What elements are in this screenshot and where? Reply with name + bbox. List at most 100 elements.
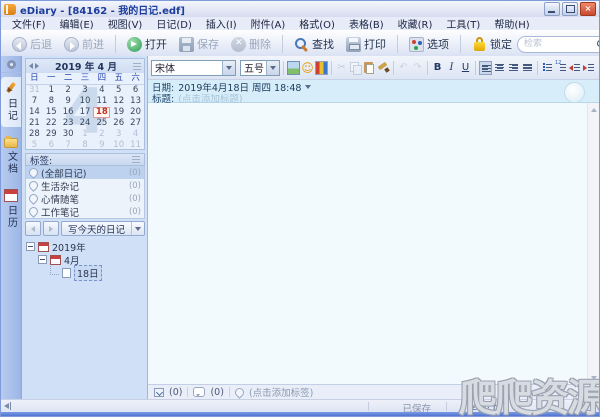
calendar-day[interactable]: 19 (110, 107, 127, 118)
tree-year-label[interactable]: 2019年 (52, 240, 86, 254)
calendar-day[interactable]: 16 (60, 107, 77, 118)
weather-icon[interactable] (564, 82, 585, 103)
calendar-day[interactable]: 11 (93, 96, 110, 107)
scroll-up-icon[interactable] (588, 104, 599, 115)
calendar-day[interactable]: 11 (127, 140, 144, 150)
insert-media-icon[interactable] (315, 61, 328, 75)
font-size-select[interactable]: 五号 (240, 60, 280, 76)
menu-item[interactable]: 工具(T) (439, 16, 487, 31)
calendar-day[interactable]: 5 (26, 140, 43, 150)
editor-body[interactable] (148, 103, 599, 384)
menu-item[interactable]: 帮助(H) (487, 16, 536, 31)
align-right-icon[interactable] (507, 61, 520, 75)
entry-tag-icon[interactable] (233, 386, 246, 399)
calendar-day[interactable]: 1 (43, 85, 60, 96)
calendar-day[interactable]: 18 (93, 107, 110, 118)
prev-diary-button[interactable] (25, 221, 41, 236)
comment-icon[interactable] (193, 387, 205, 397)
paste-icon[interactable] (363, 61, 376, 75)
calendar-day[interactable]: 13 (127, 96, 144, 107)
calendar-day[interactable]: 12 (110, 96, 127, 107)
comment-count[interactable]: (0) (210, 387, 223, 398)
calendar-day[interactable]: 31 (26, 85, 43, 96)
calendar-day[interactable]: 4 (93, 85, 110, 96)
font-size-dropdown-icon[interactable] (266, 61, 279, 75)
attachment-count[interactable]: (0) (169, 387, 182, 398)
attachment-icon[interactable] (154, 388, 164, 397)
side-tab-calendar[interactable]: 日历 (1, 184, 21, 234)
calendar-day[interactable]: 8 (77, 140, 94, 150)
insert-image-icon[interactable] (287, 61, 300, 75)
save-button[interactable]: 保存 (174, 34, 224, 54)
calendar-day[interactable]: 5 (110, 85, 127, 96)
tags-menu-icon[interactable] (132, 156, 140, 163)
side-tab-docs[interactable]: 文档 (1, 131, 21, 180)
calendar-day[interactable]: 22 (43, 118, 60, 129)
options-button[interactable]: 选项 (404, 34, 454, 54)
search-input[interactable] (522, 38, 594, 50)
menu-item[interactable]: 表格(B) (342, 16, 391, 31)
numbered-list-icon[interactable] (555, 61, 568, 75)
bold-icon[interactable] (431, 61, 444, 75)
settings-button[interactable] (1, 56, 21, 73)
align-justify-icon[interactable] (521, 61, 534, 75)
calendar-day[interactable]: 10 (110, 140, 127, 150)
calendar-day[interactable]: 21 (26, 118, 43, 129)
calendar-day[interactable]: 7 (26, 96, 43, 107)
tree-day-row[interactable]: 18日 (26, 266, 145, 279)
calendar-day[interactable]: 2 (60, 85, 77, 96)
calendar-day[interactable]: 14 (26, 107, 43, 118)
back-button[interactable]: 后退 (7, 34, 57, 54)
editor-scrollbar[interactable] (587, 103, 599, 384)
calendar-day[interactable]: 3 (77, 85, 94, 96)
collapse-icon[interactable] (38, 255, 47, 264)
find-button[interactable]: 查找 (289, 34, 339, 54)
calendar-day[interactable]: 25 (93, 118, 110, 129)
collapse-icon[interactable] (26, 242, 35, 251)
maximize-button[interactable] (562, 2, 578, 16)
tree-day-label[interactable]: 18日 (74, 265, 102, 281)
calendar-day[interactable]: 8 (43, 96, 60, 107)
bullet-list-icon[interactable] (541, 61, 554, 75)
tag-list-item[interactable]: 生活杂记(0) (26, 179, 144, 192)
collapse-sidebar-icon[interactable] (4, 403, 9, 409)
calendar-day[interactable]: 6 (127, 85, 144, 96)
menu-item[interactable]: 日记(D) (149, 16, 199, 31)
menu-item[interactable]: 附件(A) (244, 16, 293, 31)
side-tab-diary[interactable]: 日记 (1, 77, 21, 127)
calendar-day[interactable]: 15 (43, 107, 60, 118)
scroll-down-icon[interactable] (588, 372, 599, 383)
delete-button[interactable]: 删除 (226, 34, 276, 54)
date-dropdown-icon[interactable] (305, 85, 311, 89)
tree-year-row[interactable]: 2019年 (26, 240, 145, 253)
lock-button[interactable]: 锁定 (467, 34, 517, 54)
calendar-day[interactable]: 28 (26, 129, 43, 140)
insert-emoticon-icon[interactable] (301, 61, 314, 75)
next-diary-button[interactable] (43, 221, 59, 236)
search-box[interactable] (517, 36, 600, 53)
print-button[interactable]: 打印 (341, 34, 391, 54)
calendar-day[interactable]: 4 (127, 129, 144, 140)
font-family-dropdown-icon[interactable] (222, 61, 235, 75)
calendar-menu-icon[interactable] (133, 63, 141, 70)
underline-icon[interactable] (459, 61, 472, 75)
align-left-icon[interactable] (479, 61, 492, 75)
write-today-dropdown[interactable] (131, 222, 144, 235)
write-today-button[interactable]: 写今天的日记 (61, 221, 145, 236)
menu-item[interactable]: 文件(F) (5, 16, 53, 31)
format-painter-icon[interactable] (377, 61, 390, 75)
menu-item[interactable]: 格式(O) (292, 16, 342, 31)
tag-list-item[interactable]: 工作笔记(0) (26, 205, 144, 218)
calendar-next-icon[interactable] (35, 63, 39, 69)
calendar-day[interactable]: 3 (110, 129, 127, 140)
calendar-day[interactable]: 6 (43, 140, 60, 150)
font-family-select[interactable]: 宋体 (151, 60, 236, 76)
calendar-day[interactable]: 20 (127, 107, 144, 118)
tag-list-item[interactable]: 心情随笔(0) (26, 192, 144, 205)
italic-icon[interactable] (445, 61, 458, 75)
calendar-day[interactable]: 29 (43, 129, 60, 140)
open-button[interactable]: 打开 (122, 34, 172, 54)
calendar-day[interactable]: 30 (60, 129, 77, 140)
menu-item[interactable]: 插入(I) (199, 16, 244, 31)
calendar-day[interactable]: 10 (77, 96, 94, 107)
